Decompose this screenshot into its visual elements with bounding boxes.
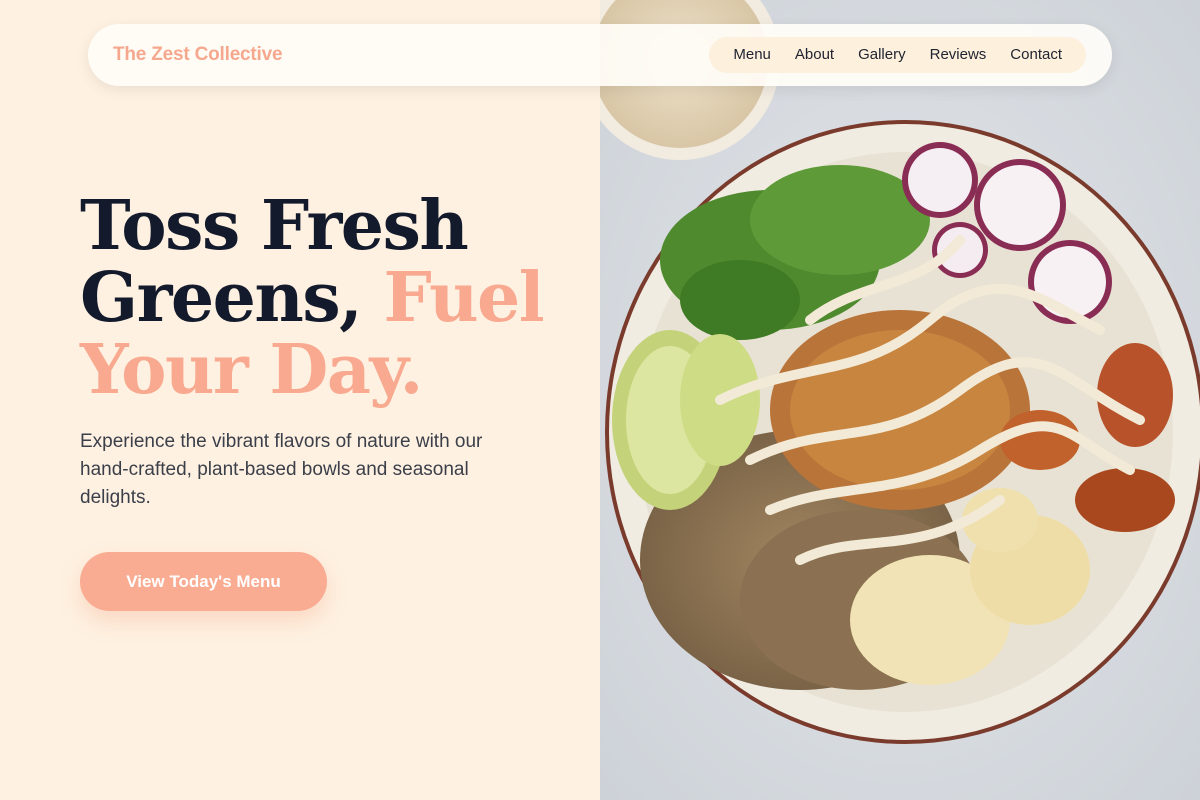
headline-line2-dark: Greens, [80, 258, 363, 338]
nav-link-menu[interactable]: Menu [721, 37, 783, 73]
top-navbar: The Zest Collective Menu About Gallery R… [88, 24, 1112, 86]
salad-bowl-photo [600, 0, 1200, 800]
headline-line1: Toss Fresh [80, 186, 469, 266]
view-menu-button[interactable]: View Today's Menu [80, 552, 327, 611]
nav-link-gallery[interactable]: Gallery [846, 37, 918, 73]
hero-image [600, 0, 1200, 800]
nav-link-about[interactable]: About [783, 37, 846, 73]
hero-headline: Toss Fresh Greens, Fuel Your Day. [80, 190, 580, 406]
nav-links-group: Menu About Gallery Reviews Contact [709, 37, 1086, 73]
nav-link-reviews[interactable]: Reviews [918, 37, 999, 73]
nav-link-contact[interactable]: Contact [998, 37, 1074, 73]
brand-logo-text[interactable]: The Zest Collective [113, 44, 283, 66]
hero-subtext: Experience the vibrant flavors of nature… [80, 431, 483, 508]
headline-line2-accent: Fuel [383, 258, 545, 338]
headline-line3-accent: Your Day. [80, 330, 423, 410]
